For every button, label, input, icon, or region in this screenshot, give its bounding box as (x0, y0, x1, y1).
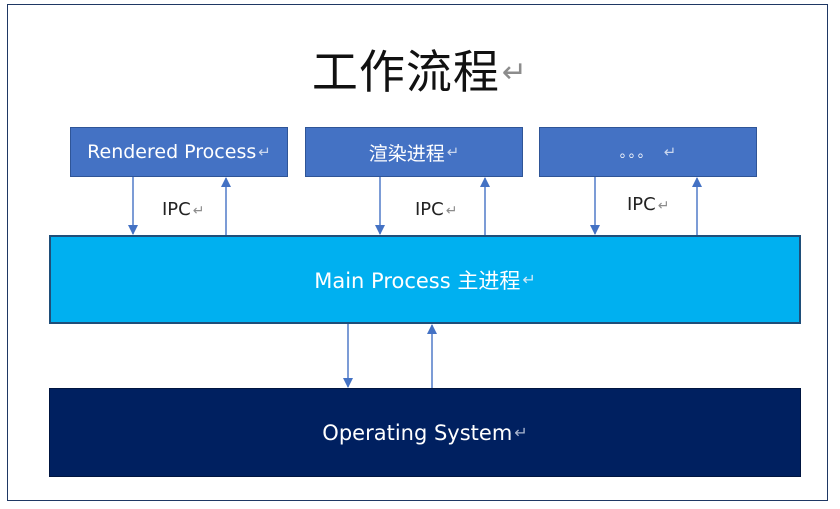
connector-arrows (128, 177, 702, 388)
